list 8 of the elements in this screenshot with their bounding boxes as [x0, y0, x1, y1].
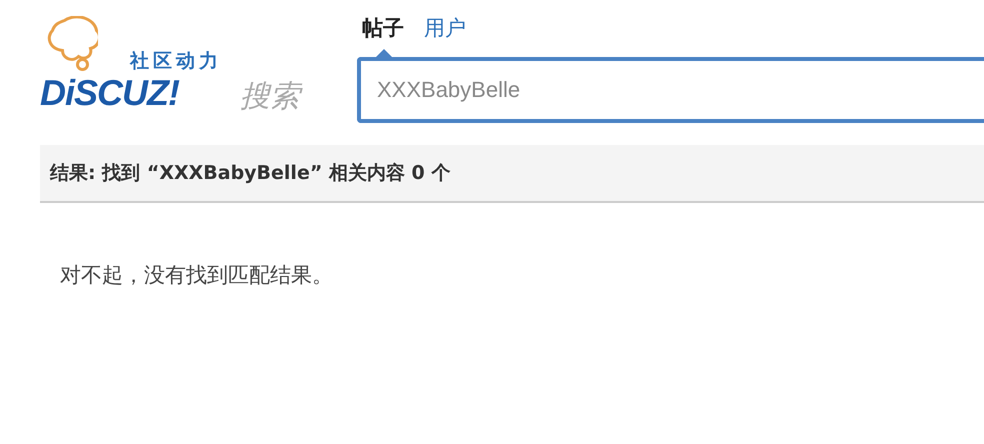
search-tab[interactable]: 帖子 [362, 14, 404, 42]
result-summary: 结果: 找到 “XXXBabyBelle” 相关内容 0 个 [40, 145, 984, 203]
search-field[interactable]: XXXBabyBelle [357, 57, 984, 123]
search-tab[interactable]: 用户 [424, 14, 466, 42]
logo-wordmark: DiSCUZ! [40, 72, 179, 114]
thought-bubble-icon [46, 16, 98, 73]
no-results-message: 对不起，没有找到匹配结果。 [60, 262, 334, 289]
logo-tagline: 社区动力 [130, 49, 222, 74]
